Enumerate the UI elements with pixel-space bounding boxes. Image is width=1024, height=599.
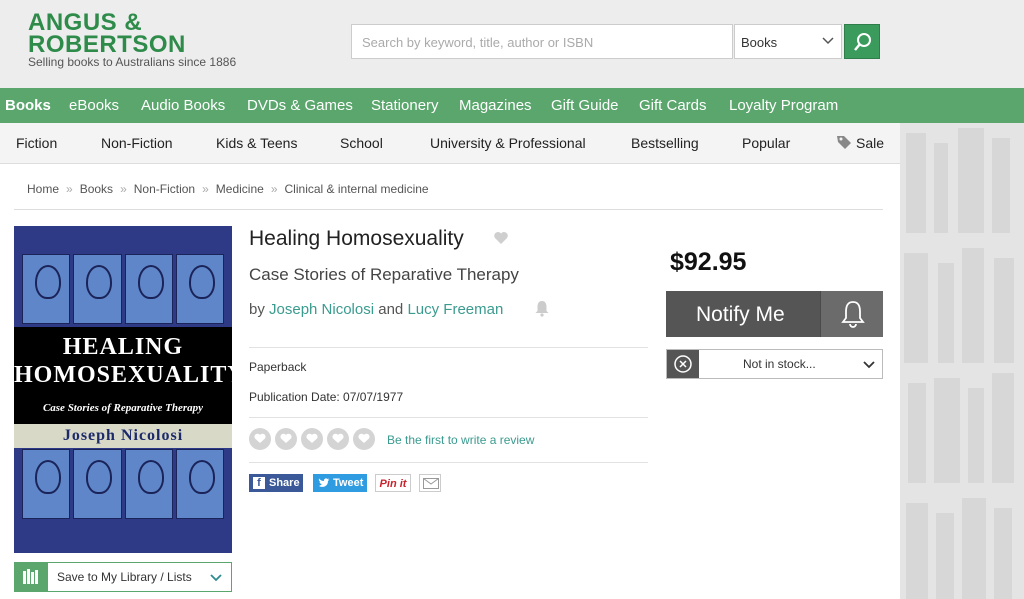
breadcrumb-non-fiction[interactable]: Non-Fiction — [134, 182, 195, 196]
nav-item-gift-cards[interactable]: Gift Cards — [635, 88, 711, 123]
byline-by: by — [249, 301, 265, 318]
cover-illustration-top — [22, 254, 224, 324]
search-category-value: Books — [741, 35, 778, 50]
facebook-share-label: Share — [269, 477, 300, 489]
subnav-item-non-fiction[interactable]: Non-Fiction — [101, 123, 173, 164]
cover-author: Joseph Nicolosi — [14, 424, 232, 448]
chevron-down-icon — [822, 37, 834, 45]
search-input[interactable]: Search by keyword, title, author or ISBN — [351, 24, 733, 59]
book-cover-image[interactable]: HEALING HOMOSEXUALITY Case Stories of Re… — [14, 226, 232, 553]
breadcrumb-separator: » — [270, 182, 278, 196]
breadcrumb-divider — [14, 209, 883, 210]
chevron-down-icon — [863, 361, 875, 369]
facebook-share-button[interactable]: f Share — [249, 474, 303, 492]
breadcrumb-home[interactable]: Home — [27, 182, 59, 196]
logo-tagline: Selling books to Australians since 1886 — [28, 55, 237, 69]
author-alert-bell-icon[interactable] — [534, 300, 550, 317]
product-price: $92.95 — [670, 248, 747, 276]
author-link-1[interactable]: Joseph Nicolosi — [269, 301, 374, 318]
heart-icon — [254, 433, 266, 443]
pinterest-pin-button[interactable]: Pin it — [375, 474, 411, 492]
breadcrumb-separator: » — [202, 182, 209, 196]
heart-icon — [358, 433, 370, 443]
envelope-icon — [423, 478, 439, 489]
subnav-item-university[interactable]: University & Professional — [430, 123, 586, 164]
nav-item-stationery[interactable]: Stationery — [367, 88, 443, 123]
star-1[interactable] — [249, 428, 271, 450]
notify-bell-area — [820, 291, 883, 337]
search-icon — [854, 33, 871, 51]
cover-title-line2: HOMOSEXUALITY — [14, 362, 232, 388]
nav-item-magazines[interactable]: Magazines — [455, 88, 536, 123]
breadcrumb-separator: » — [66, 182, 73, 196]
detail-divider — [249, 417, 648, 418]
out-of-stock-indicator — [667, 350, 699, 378]
chevron-down-icon — [210, 574, 222, 582]
email-share-button[interactable] — [419, 474, 441, 492]
product-title: Healing Homosexuality — [249, 227, 464, 250]
nav-item-books[interactable]: Books — [1, 88, 55, 123]
heart-icon — [280, 433, 292, 443]
nav-item-loyalty-program[interactable]: Loyalty Program — [725, 88, 842, 123]
subnav-item-kids-teens[interactable]: Kids & Teens — [216, 123, 297, 164]
twitter-tweet-label: Tweet — [333, 477, 364, 489]
star-4[interactable] — [327, 428, 349, 450]
facebook-icon: f — [253, 477, 265, 489]
twitter-tweet-button[interactable]: Tweet — [313, 474, 367, 492]
library-icon — [15, 563, 48, 591]
primary-nav: Books eBooks Audio Books DVDs & Games St… — [0, 88, 1024, 123]
cover-illustration-bottom — [22, 449, 224, 519]
heart-icon[interactable] — [493, 231, 509, 245]
detail-divider — [249, 462, 648, 463]
subnav-item-bestselling[interactable]: Bestselling — [631, 123, 699, 164]
star-3[interactable] — [301, 428, 323, 450]
product-format: Paperback — [249, 360, 307, 374]
subnav-item-sale-label: Sale — [856, 135, 885, 151]
bell-icon — [841, 301, 865, 328]
cover-subtitle: Case Stories of Reparative Therapy — [42, 402, 204, 414]
product-subtitle: Case Stories of Reparative Therapy — [249, 265, 519, 284]
close-circle-icon — [674, 355, 692, 373]
heart-icon — [332, 433, 344, 443]
breadcrumb-clinical[interactable]: Clinical & internal medicine — [285, 182, 429, 196]
logo-text-line2[interactable]: ROBERTSON — [28, 33, 186, 57]
notify-me-label: Notify Me — [696, 303, 785, 326]
byline-and: and — [378, 301, 404, 318]
product-byline: by Joseph Nicolosi and Lucy Freeman — [249, 301, 503, 318]
breadcrumb: Home » Books » Non-Fiction » Medicine » Clinical… — [27, 182, 429, 196]
write-review-link[interactable]: Be the first to write a review — [387, 433, 534, 447]
star-rating[interactable] — [249, 428, 375, 450]
notify-me-button[interactable]: Notify Me — [666, 291, 883, 337]
breadcrumb-books[interactable]: Books — [80, 182, 113, 196]
category-subnav: Fiction Non-Fiction Kids & Teens School … — [0, 123, 900, 164]
stock-status-dropdown[interactable]: Not in stock... — [666, 349, 883, 379]
site-header: ANGUS & ROBERTSON Selling books to Austr… — [0, 0, 1024, 88]
subnav-item-school[interactable]: School — [340, 123, 383, 164]
breadcrumb-medicine[interactable]: Medicine — [216, 182, 264, 196]
save-to-library-dropdown[interactable]: Save to My Library / Lists — [14, 562, 232, 592]
author-link-2[interactable]: Lucy Freeman — [407, 301, 503, 318]
cover-title-line1: HEALING — [62, 334, 184, 360]
bookshelf-background — [900, 123, 1024, 599]
detail-divider — [249, 347, 648, 348]
star-2[interactable] — [275, 428, 297, 450]
stock-status-label: Not in stock... — [743, 357, 816, 371]
nav-item-dvds-games[interactable]: DVDs & Games — [243, 88, 357, 123]
nav-item-ebooks[interactable]: eBooks — [65, 88, 123, 123]
search-category-select[interactable]: Books — [734, 24, 842, 59]
subnav-item-fiction[interactable]: Fiction — [16, 123, 57, 164]
heart-icon — [306, 433, 318, 443]
breadcrumb-separator: » — [120, 182, 127, 196]
publication-date: Publication Date: 07/07/1977 — [249, 390, 404, 404]
nav-item-gift-guide[interactable]: Gift Guide — [547, 88, 623, 123]
search-button[interactable] — [844, 24, 880, 59]
tag-icon — [837, 136, 851, 149]
nav-item-audio-books[interactable]: Audio Books — [137, 88, 229, 123]
subnav-item-sale[interactable]: Sale — [836, 123, 884, 164]
subnav-item-popular[interactable]: Popular — [742, 123, 790, 164]
twitter-icon — [318, 478, 330, 487]
star-5[interactable] — [353, 428, 375, 450]
save-to-library-label: Save to My Library / Lists — [57, 570, 192, 584]
